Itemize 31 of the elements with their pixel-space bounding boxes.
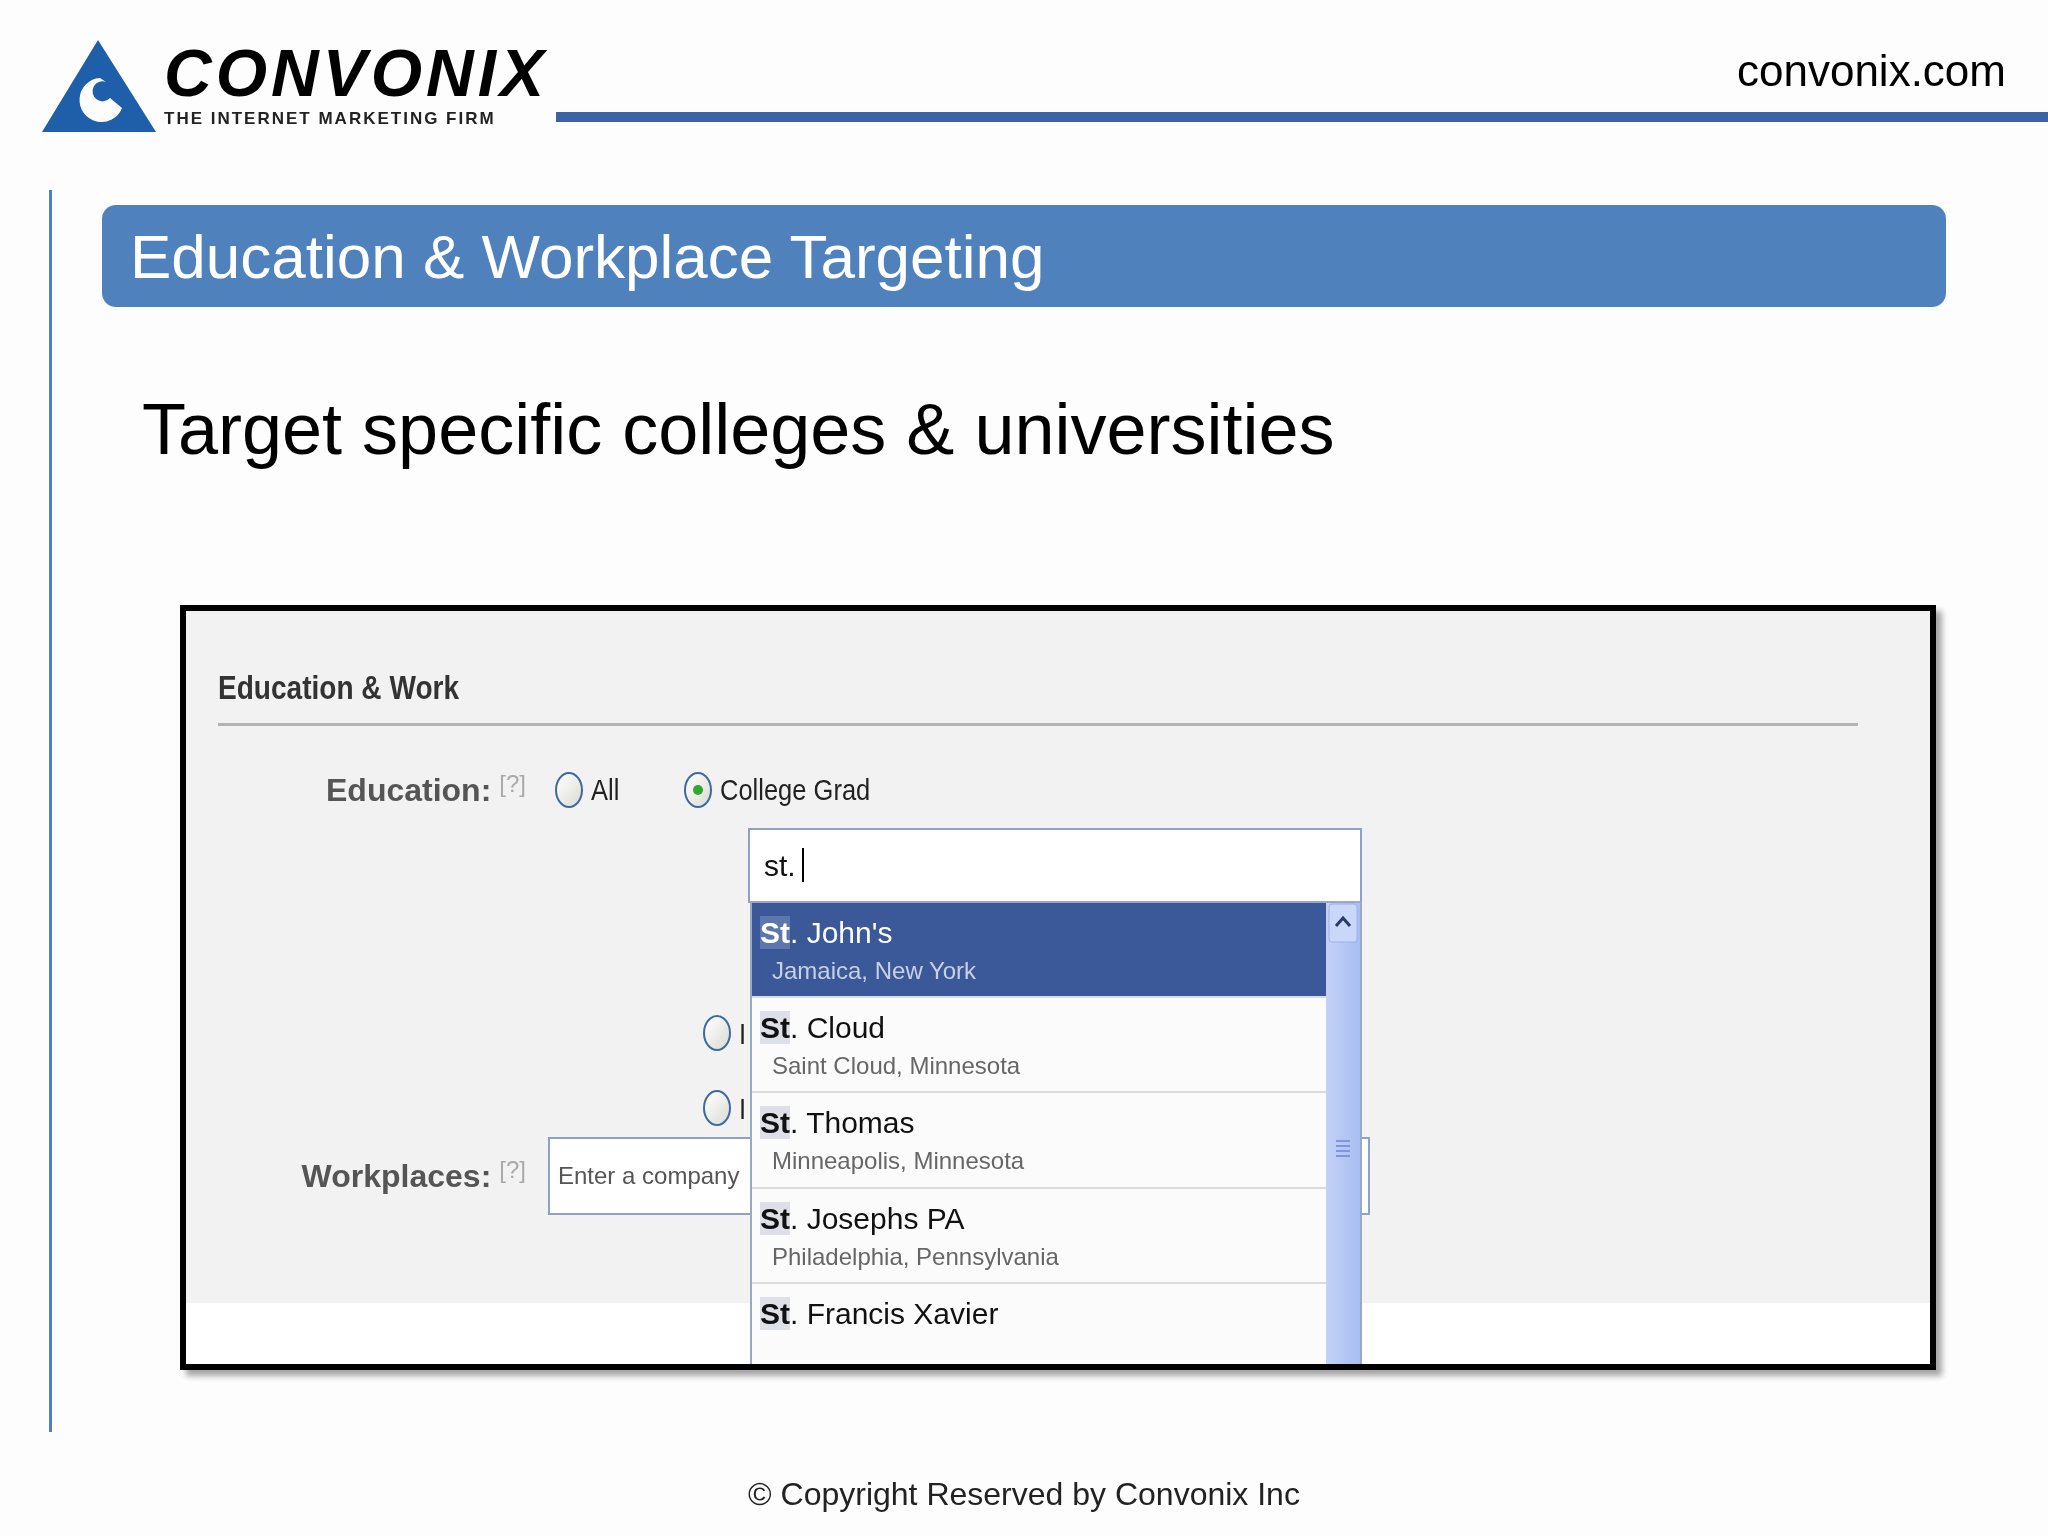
school-location: Minneapolis, Minnesota (771, 1146, 1026, 1177)
radio-label: College Grad (720, 772, 871, 808)
radio-label: I (739, 1015, 747, 1052)
school-location: Jamaica, New York (771, 956, 978, 986)
scrollbar[interactable] (1326, 903, 1360, 1364)
logo-triangle-icon (40, 38, 158, 134)
slide-subtitle: Target specific colleges & universities (142, 388, 1336, 471)
slide-title: Education & Workplace Targeting (130, 220, 1045, 293)
suggestion-item[interactable]: St. John's Jamaica, New York (752, 903, 1326, 999)
school-location: Philadelphia, Pennsylvania (771, 1241, 1060, 1272)
school-name: St. Thomas (760, 1105, 916, 1142)
radio-button[interactable] (703, 1015, 731, 1051)
radio-label: I (739, 1090, 747, 1127)
school-name: St. Francis Xavier (760, 1295, 1000, 1332)
copyright-text: © Copyright Reserved by Convonix Inc (748, 1475, 1300, 1514)
logo-wordmark: CONVONIX (164, 40, 549, 107)
site-address: convonix.com (1737, 45, 2006, 97)
radio-button[interactable] (555, 771, 583, 808)
radio-button[interactable] (703, 1090, 731, 1126)
school-name: St. John's (760, 915, 894, 951)
field-label: Workplaces: (301, 1156, 492, 1196)
radio-label: All (591, 772, 620, 808)
section-heading: Education & Work (218, 668, 461, 708)
logo-tagline: THE INTERNET MARKETING FIRM (164, 108, 497, 131)
school-input[interactable]: st. (748, 827, 1362, 903)
school-name: St. Cloud (760, 1010, 887, 1047)
field-label: Education: (326, 770, 492, 810)
school-name: St. Josephs PA (760, 1200, 966, 1237)
radio-button[interactable] (684, 771, 713, 808)
school-location: Saint Cloud, Minnesota (771, 1051, 1022, 1082)
scroll-grip-icon (1335, 1139, 1351, 1157)
